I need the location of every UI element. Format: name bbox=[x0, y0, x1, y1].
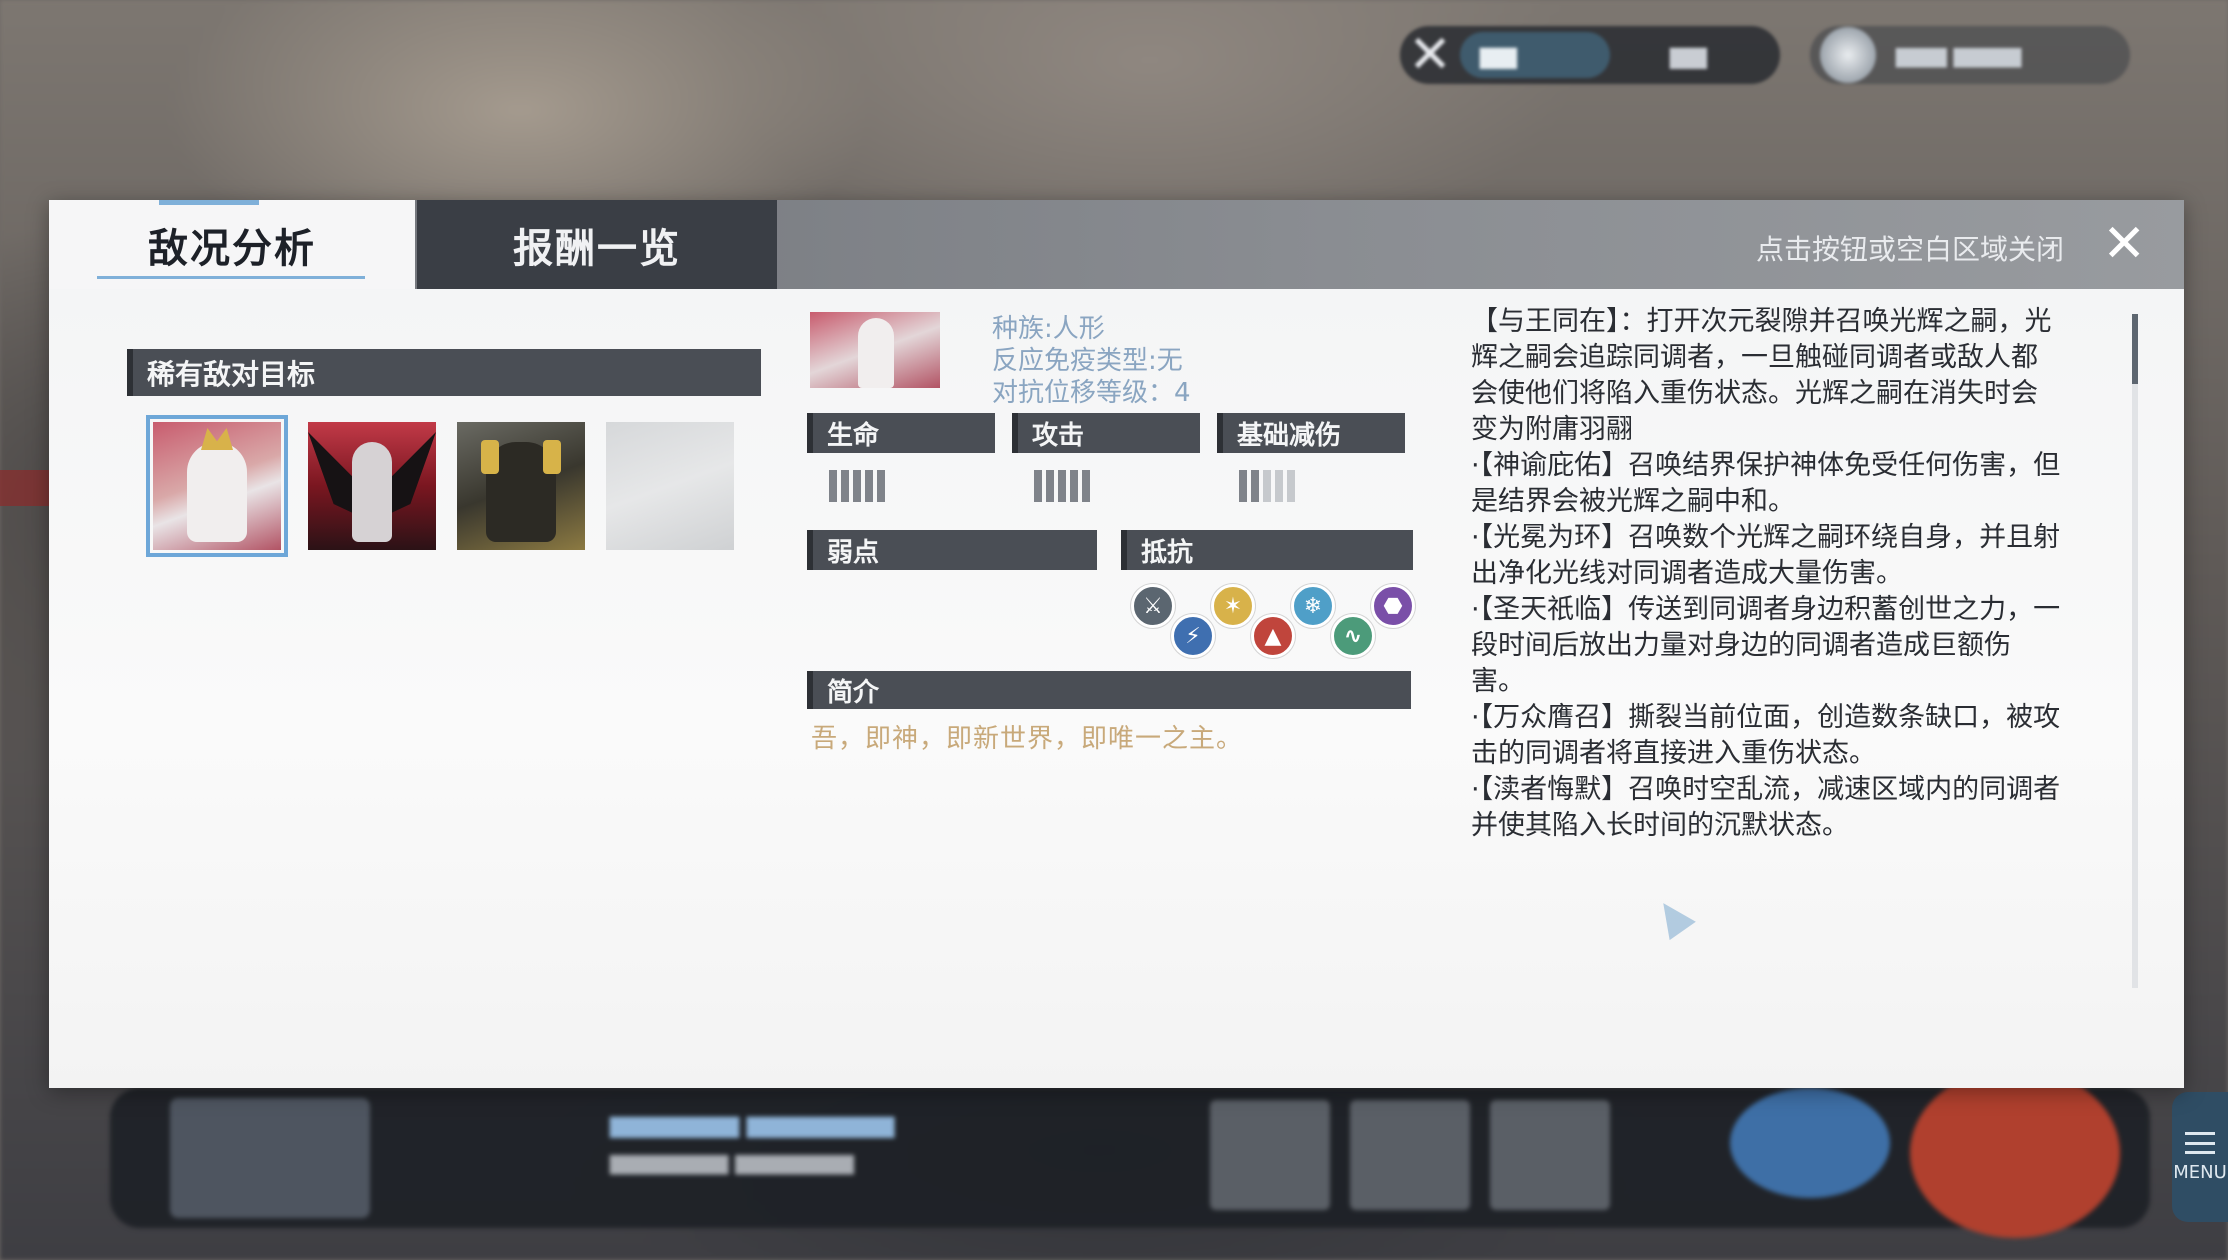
hud-orb-icon bbox=[1820, 27, 1876, 83]
enemy-portrait-1[interactable] bbox=[146, 415, 288, 557]
atk-meter bbox=[1034, 470, 1090, 502]
fire-resist-icon: ▲ bbox=[1251, 614, 1295, 658]
stat-pip bbox=[1082, 470, 1090, 502]
enemy-portrait-4[interactable] bbox=[606, 422, 734, 550]
ice-resist-icon: ❄ bbox=[1291, 584, 1335, 628]
stat-pip bbox=[1046, 470, 1054, 502]
stat-pip bbox=[877, 470, 885, 502]
close-icon[interactable]: ✕ bbox=[2102, 214, 2146, 274]
tab-label: 报酬一览 bbox=[513, 225, 681, 272]
stat-pip bbox=[1251, 470, 1259, 502]
rare-targets-header: 稀有敌对目标 bbox=[127, 349, 761, 396]
skill-line: ·【神谕庇佑】召唤结界保护神体免受任何伤害，但是结界会被光辉之嗣中和。 bbox=[1471, 450, 2061, 517]
def-header: 基础减伤 bbox=[1217, 413, 1405, 453]
stat-pip bbox=[1058, 470, 1066, 502]
bottom-tile bbox=[1350, 1100, 1470, 1210]
tab-label: 敌况分析 bbox=[148, 225, 316, 272]
hud-status-text: ▆▆▆ ▆▆▆▆ bbox=[1896, 42, 2022, 68]
resistance-header: 抵抗 bbox=[1121, 530, 1413, 570]
electric-resist-icon: ⚡ bbox=[1171, 614, 1215, 658]
hud-segment-b: ▆▆ bbox=[1670, 41, 1707, 69]
tab-rewards[interactable]: 报酬一览 bbox=[417, 200, 777, 289]
skill-line: 【与王同在】：打开次元裂隙并召唤光辉之嗣，光辉之嗣会追踪同调者，一旦触碰同调者或… bbox=[1471, 306, 2052, 445]
hud-x-icon: ✕ bbox=[1408, 25, 1452, 85]
bottom-red-button bbox=[1910, 1068, 2120, 1238]
hp-meter bbox=[829, 470, 885, 502]
skill-line: ·【光冕为环】召唤数个光辉之嗣环绕自身，并且射出净化光线对同调者造成大量伤害。 bbox=[1471, 522, 2061, 589]
stat-pip bbox=[1275, 470, 1283, 502]
intro-text: 吾，即神，即新世界，即唯一之主。 bbox=[811, 724, 1244, 754]
enemy-portrait-2[interactable] bbox=[308, 422, 436, 550]
physical-resist-icon: ⚔ bbox=[1131, 584, 1175, 628]
weakness-header: 弱点 bbox=[807, 530, 1097, 570]
stat-pip bbox=[841, 470, 849, 502]
stat-pip bbox=[1287, 470, 1295, 502]
tab-bar: 敌况分析 报酬一览 点击按钮或空白区域关闭 ✕ bbox=[49, 200, 2184, 289]
hp-header: 生命 bbox=[807, 413, 995, 453]
hud-segment-a: ▆▆ bbox=[1460, 32, 1610, 78]
enemy-level: 对抗位移等级：4 bbox=[992, 378, 1191, 408]
bottom-text-line: ▆▆▆▆▆▆▆ ▆▆▆▆▆▆▆▆ bbox=[610, 1110, 895, 1138]
bottom-thumbnail bbox=[170, 1098, 370, 1218]
menu-button[interactable]: MENU bbox=[2172, 1092, 2228, 1222]
bottom-blue-button bbox=[1730, 1088, 1890, 1198]
stat-pip bbox=[865, 470, 873, 502]
enemy-portrait-3[interactable] bbox=[457, 422, 585, 550]
light-resist-icon: ✶ bbox=[1211, 584, 1255, 628]
skill-line: ·【万众膺召】撕裂当前位面，创造数条缺口，被攻击的同调者将直接进入重伤状态。 bbox=[1471, 702, 2061, 769]
skill-line: ·【圣天祇临】传送到同调者身边积蓄创世之力，一段时间后放出力量对身边的同调者造成… bbox=[1471, 594, 2061, 697]
description-scrollbar[interactable] bbox=[2132, 314, 2138, 988]
stat-pip bbox=[1239, 470, 1247, 502]
bottom-bar: ▆▆▆▆▆▆▆ ▆▆▆▆▆▆▆▆ ▆▆▆▆▆▆▆ ▆▆▆▆▆▆▆ bbox=[110, 1068, 2150, 1238]
portrait-figure bbox=[858, 318, 894, 388]
portrait-horn bbox=[543, 440, 561, 474]
menu-icon bbox=[2185, 1131, 2215, 1154]
portrait-figure bbox=[352, 442, 392, 542]
portrait-figure bbox=[187, 442, 247, 542]
intro-header: 简介 bbox=[807, 671, 1411, 709]
bottom-tile bbox=[1210, 1100, 1330, 1210]
top-hud: ✕ ▆▆ ▆▆ ▆▆▆ ▆▆▆▆ bbox=[1400, 22, 2130, 88]
hud-status-pill: ▆▆▆ ▆▆▆▆ bbox=[1810, 26, 2130, 84]
bottom-tile bbox=[1490, 1100, 1610, 1210]
skill-description: 【与王同在】：打开次元裂隙并召唤光辉之嗣，光辉之嗣会追踪同调者，一旦触碰同调者或… bbox=[1471, 304, 2061, 989]
atk-header: 攻击 bbox=[1012, 413, 1200, 453]
dark-resist-icon: ⬣ bbox=[1371, 584, 1415, 628]
crown-icon bbox=[201, 428, 233, 450]
close-hint: 点击按钮或空白区域关闭 bbox=[1755, 233, 2064, 266]
wind-resist-icon: ∿ bbox=[1331, 614, 1375, 658]
def-meter bbox=[1239, 470, 1295, 502]
portrait-horn bbox=[481, 440, 499, 474]
hud-mode-pill: ✕ ▆▆ ▆▆ bbox=[1400, 26, 1780, 84]
stat-pip bbox=[853, 470, 861, 502]
menu-label: MENU bbox=[2173, 1161, 2227, 1183]
stat-pip bbox=[1034, 470, 1042, 502]
tab-enemy-analysis[interactable]: 敌况分析 bbox=[49, 200, 415, 289]
skill-line: ·【渎者悔默】召唤时空乱流，减速区域内的同调者并使其陷入长时间的沉默状态。 bbox=[1471, 774, 2061, 841]
stat-pip bbox=[1263, 470, 1271, 502]
enemy-analysis-panel: 敌况分析 报酬一览 点击按钮或空白区域关闭 ✕ 稀有敌对目标 种族:人形 反应免… bbox=[49, 200, 2184, 1088]
selected-enemy-thumbnail bbox=[810, 312, 940, 388]
stat-pip bbox=[829, 470, 837, 502]
scrollbar-thumb[interactable] bbox=[2132, 314, 2138, 384]
stat-pip bbox=[1070, 470, 1078, 502]
bottom-text-line: ▆▆▆▆▆▆▆ ▆▆▆▆▆▆▆ bbox=[610, 1150, 854, 1175]
